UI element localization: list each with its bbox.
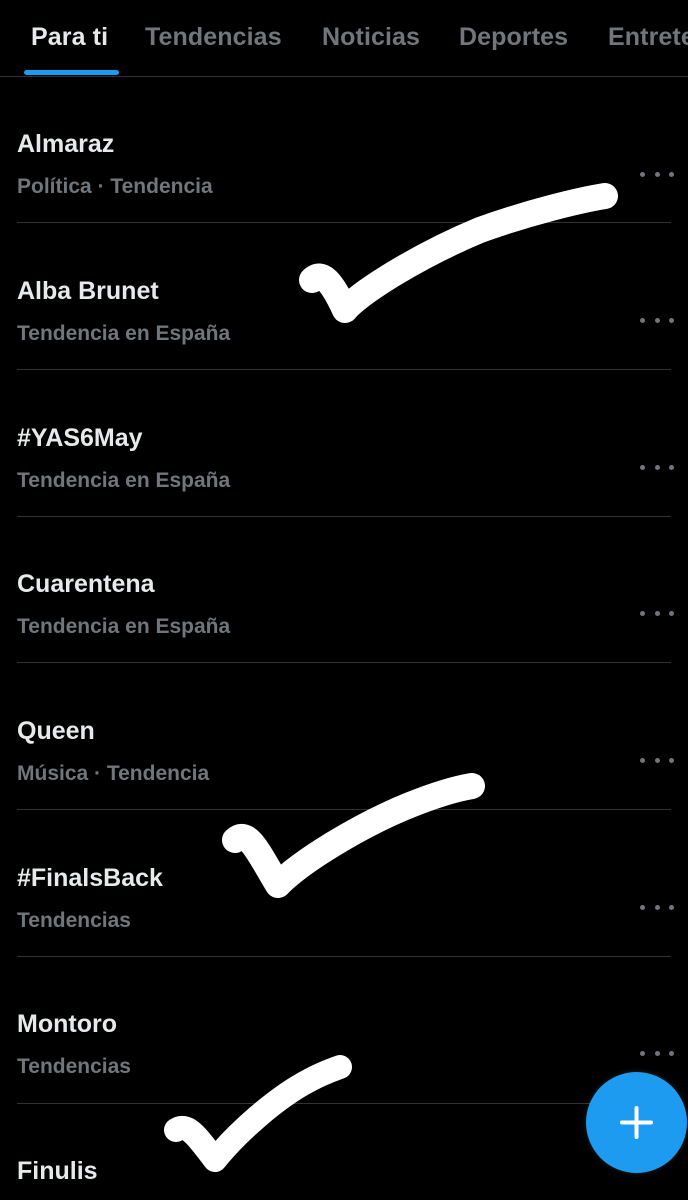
plus-icon <box>620 1106 653 1139</box>
active-tab-indicator <box>24 70 119 75</box>
trend-context: Tendencia en España <box>17 322 231 345</box>
trend-name: Cuarentena <box>17 570 155 598</box>
tab-deportes[interactable]: Deportes <box>459 22 568 52</box>
trend-context: Música · Tendencia <box>17 762 210 785</box>
more-horizontal-icon[interactable] <box>640 1043 674 1063</box>
trend-context: Tendencia en España <box>17 469 231 492</box>
trend-item[interactable]: Alba Brunet Tendencia en España <box>0 238 688 384</box>
trend-name: #YAS6May <box>17 424 143 452</box>
explore-tabs: Para ti Tendencias Noticias Deportes Ent… <box>0 0 688 77</box>
trend-context: Política · Tendencia <box>17 175 213 198</box>
more-horizontal-icon[interactable] <box>640 750 674 770</box>
trend-item[interactable]: Almaraz Política · Tendencia <box>0 91 688 237</box>
more-horizontal-icon[interactable] <box>640 310 674 330</box>
more-horizontal-icon[interactable] <box>640 164 674 184</box>
tab-noticias[interactable]: Noticias <box>322 22 420 52</box>
divider <box>17 956 671 957</box>
compose-button[interactable] <box>586 1072 687 1173</box>
trend-item[interactable]: Montoro Tendencias <box>0 971 688 1117</box>
tab-entretenimiento[interactable]: Entretenimiento <box>608 22 688 52</box>
divider <box>17 809 671 810</box>
trend-item[interactable]: #FinalsBack Tendencias <box>0 825 688 971</box>
tab-tendencias[interactable]: Tendencias <box>145 22 282 52</box>
tab-para-ti[interactable]: Para ti <box>31 22 108 52</box>
trend-name: Montoro <box>17 1010 117 1038</box>
more-horizontal-icon[interactable] <box>640 457 674 477</box>
trend-item[interactable]: Cuarentena Tendencia en España <box>0 531 688 677</box>
divider <box>17 1103 671 1104</box>
trend-item[interactable]: #YAS6May Tendencia en España <box>0 385 688 531</box>
divider <box>17 369 671 370</box>
trend-item[interactable]: Queen Música · Tendencia <box>0 678 688 824</box>
trend-context: Tendencia en España <box>17 615 231 638</box>
more-horizontal-icon[interactable] <box>640 603 674 623</box>
trend-context: Tendencias <box>17 909 131 932</box>
trend-name: Alba Brunet <box>17 277 159 305</box>
trend-name: Finulis <box>17 1157 98 1185</box>
divider <box>17 222 671 223</box>
trend-name: Queen <box>17 717 95 745</box>
divider <box>17 516 671 517</box>
divider <box>17 662 671 663</box>
trend-name: #FinalsBack <box>17 864 163 892</box>
trend-name: Almaraz <box>17 130 115 158</box>
trend-context: Tendencias <box>17 1055 131 1078</box>
more-horizontal-icon[interactable] <box>640 897 674 917</box>
trend-item[interactable]: Finulis <box>0 1118 688 1200</box>
